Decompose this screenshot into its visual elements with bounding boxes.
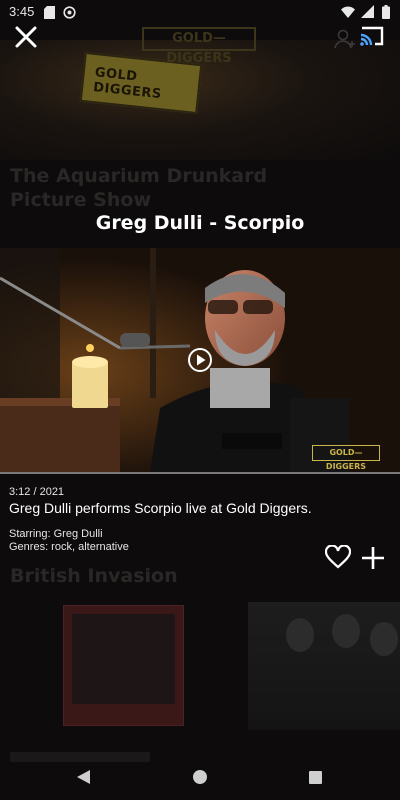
app-logo: GOLD—DIGGERS	[142, 27, 256, 66]
recents-icon[interactable]	[309, 771, 322, 784]
wifi-icon	[340, 6, 355, 18]
battery-icon	[382, 4, 390, 19]
sign-text: GOLD DIGGERS	[92, 65, 163, 103]
sd-card-icon	[44, 6, 55, 20]
band-member-face	[370, 622, 398, 656]
album-art	[72, 614, 175, 704]
section-title: The Aquarium Drunkard Picture Show	[10, 165, 268, 211]
band-photo-thumbnail	[248, 602, 400, 730]
status-time: 3:45	[9, 4, 35, 19]
video-title: Greg Dulli - Scorpio	[95, 212, 305, 234]
progress-divider	[0, 472, 400, 474]
play-icon[interactable]	[187, 347, 213, 373]
navigation-bar	[0, 756, 400, 800]
cast-icon[interactable]	[358, 24, 386, 48]
back-icon[interactable]	[77, 770, 90, 784]
band-member-face	[332, 614, 360, 648]
starring-text: Starring: Greg Dulli	[9, 528, 103, 540]
heart-icon[interactable]	[325, 545, 351, 569]
video-thumbnail[interactable]: GOLD—DIGGERS	[0, 248, 400, 472]
close-icon[interactable]	[13, 24, 39, 50]
video-description: Greg Dulli performs Scorpio live at Gold…	[9, 500, 312, 516]
album-card-thumbnail	[63, 605, 184, 726]
signal-icon	[361, 5, 375, 19]
genres-text: Genres: rock, alternative	[9, 541, 129, 553]
home-icon[interactable]	[193, 770, 207, 784]
status-left-icons	[44, 4, 76, 20]
add-user-icon	[334, 29, 355, 49]
section-title-british-invasion: British Invasion	[10, 565, 178, 587]
status-right-icons	[340, 3, 390, 19]
band-member-face	[286, 618, 314, 652]
status-bar: 3:45	[0, 0, 400, 22]
video-watermark: GOLD—DIGGERS	[312, 445, 380, 471]
plus-icon[interactable]	[361, 546, 385, 570]
duration-year: 3:12 / 2021	[9, 486, 65, 498]
vpn-icon	[63, 6, 76, 19]
